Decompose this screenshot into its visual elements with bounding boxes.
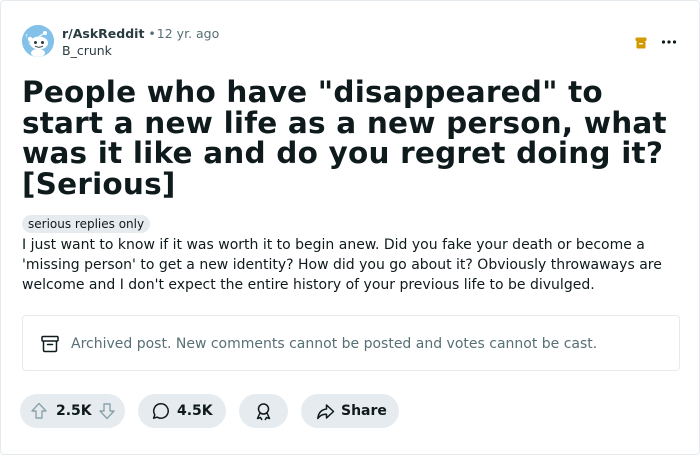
author-name[interactable]: B_crunk xyxy=(62,43,219,59)
meta-line: r/AskReddit •12 yr. ago xyxy=(62,26,219,42)
comments-button[interactable]: 4.5K xyxy=(138,394,226,428)
archived-notice: Archived post. New comments cannot be po… xyxy=(22,315,680,371)
meta-separator: • xyxy=(148,26,156,41)
subreddit-avatar[interactable]: ? ? xyxy=(22,25,54,57)
award-button[interactable] xyxy=(239,394,288,428)
post-body: I just want to know if it was worth it t… xyxy=(22,237,662,293)
comment-count: 4.5K xyxy=(177,403,213,419)
ellipsis-icon xyxy=(661,40,677,44)
arrow-up-icon[interactable] xyxy=(29,401,49,421)
post-meta: r/AskReddit •12 yr. ago B_crunk xyxy=(62,26,219,59)
vote-control: 2.5K xyxy=(20,394,125,428)
speech-bubble-icon xyxy=(152,403,169,419)
share-label: Share xyxy=(341,403,387,419)
post-title: People who have "disappeared" to start a… xyxy=(22,75,667,201)
post-age: 12 yr. ago xyxy=(156,26,220,41)
subreddit-name[interactable]: r/AskReddit xyxy=(62,26,144,41)
archived-message: Archived post. New comments cannot be po… xyxy=(71,336,598,352)
arrow-down-icon[interactable] xyxy=(97,401,117,421)
archive-box-icon xyxy=(634,35,648,49)
more-options-button[interactable] xyxy=(660,33,678,51)
svg-text:?: ? xyxy=(28,41,31,47)
vote-score: 2.5K xyxy=(56,403,92,419)
share-button[interactable]: Share xyxy=(301,394,399,428)
award-ribbon-icon xyxy=(256,403,271,421)
svg-text:?: ? xyxy=(25,34,28,40)
reddit-snoo-icon: ? ? xyxy=(22,25,54,57)
post-card: ? ? r/AskReddit •12 yr. ago B_crunk Peop… xyxy=(0,0,700,455)
archive-box-icon xyxy=(40,334,60,354)
post-flair[interactable]: serious replies only xyxy=(22,215,151,233)
share-arrow-icon xyxy=(317,404,335,420)
post-header: ? ? r/AskReddit •12 yr. ago B_crunk xyxy=(22,25,678,59)
